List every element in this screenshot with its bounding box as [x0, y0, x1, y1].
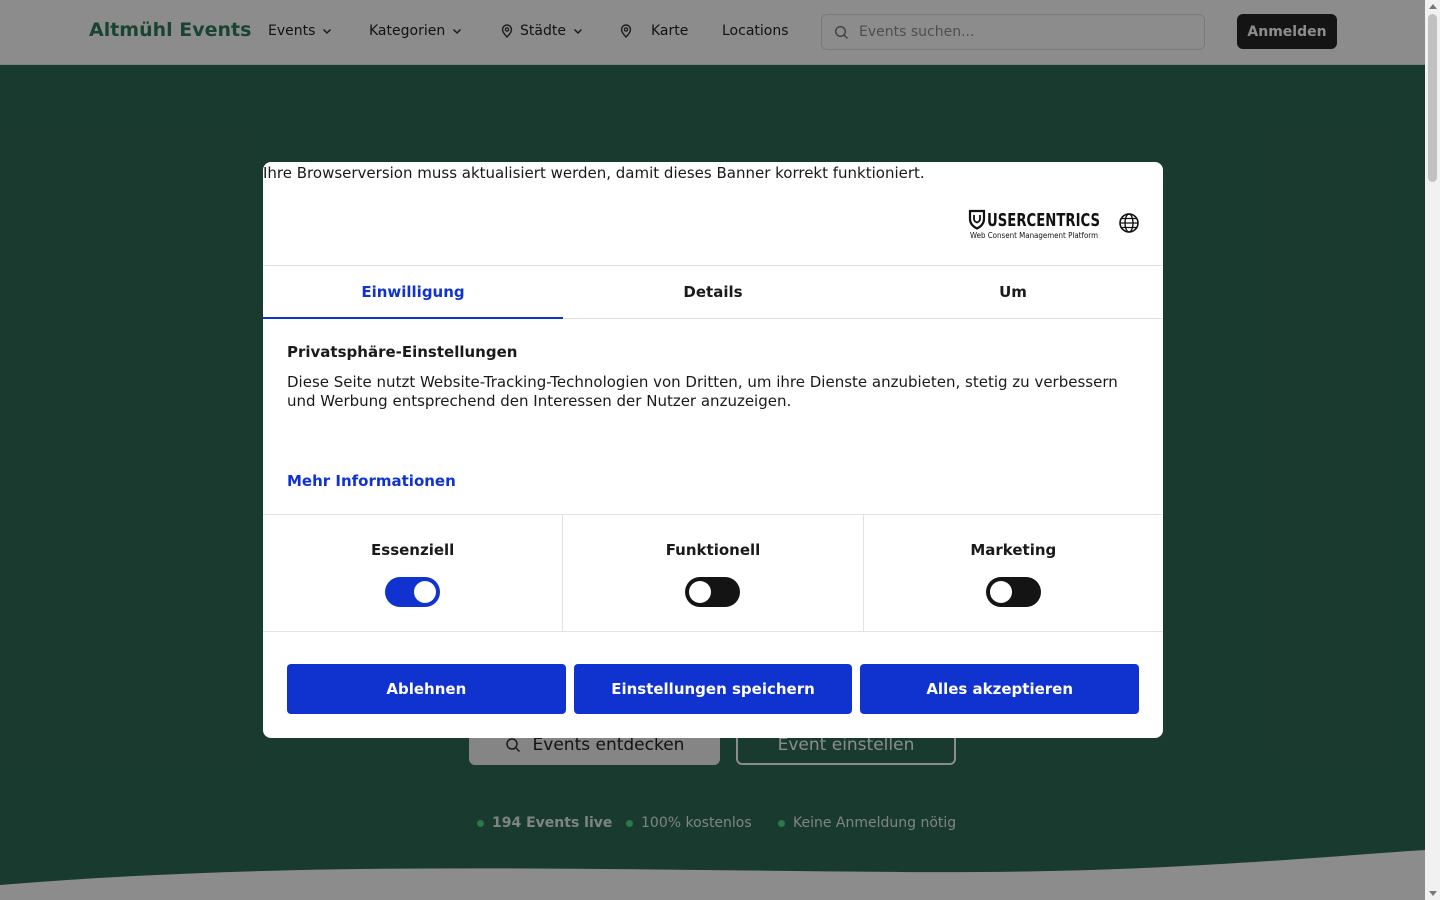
essenziell-toggle[interactable] — [385, 577, 440, 607]
toggle-knob — [689, 581, 712, 603]
consent-categories: Essenziell Funktionell Marketing — [263, 514, 1163, 632]
page-scrollbar[interactable] — [1425, 0, 1440, 900]
category-label: Funktionell — [665, 541, 761, 559]
tab-details[interactable]: Details — [563, 266, 863, 318]
more-info-link[interactable]: Mehr Informationen — [287, 472, 456, 490]
scroll-down-icon[interactable] — [1429, 891, 1437, 896]
accept-all-button[interactable]: Alles akzeptieren — [860, 664, 1140, 714]
privacy-title: Privatsphäre-Einstellungen — [287, 343, 518, 361]
logo-text: USERCENTRICS — [987, 210, 1100, 231]
tab-einwilligung[interactable]: Einwilligung — [263, 266, 563, 319]
toggle-knob — [989, 581, 1012, 603]
funktionell-toggle[interactable] — [685, 577, 741, 607]
consent-tabs: Einwilligung Details Um — [263, 265, 1163, 319]
consent-actions: Ablehnen Einstellungen speichern Alles a… — [287, 664, 1140, 714]
language-globe-icon[interactable] — [1118, 212, 1140, 234]
category-funktionell: Funktionell — [563, 515, 864, 631]
consent-dialog: Ihre Browserversion muss aktualisiert we… — [263, 162, 1163, 738]
category-essenziell: Essenziell — [263, 515, 564, 631]
toggle-knob — [414, 581, 436, 603]
category-label: Essenziell — [371, 541, 455, 559]
marketing-toggle[interactable] — [985, 577, 1041, 607]
browser-warning: Ihre Browserversion muss aktualisiert we… — [263, 164, 925, 182]
category-label: Marketing — [970, 541, 1057, 559]
tab-um[interactable]: Um — [863, 266, 1163, 318]
category-marketing: Marketing — [864, 515, 1163, 631]
logo-subtext: Web Consent Management Platform — [970, 231, 1098, 240]
usercentrics-logo: USERCENTRICS Web Consent Management Plat… — [968, 209, 1100, 240]
privacy-description: Diese Seite nutzt Website-Tracking-Techn… — [287, 373, 1118, 410]
save-settings-button[interactable]: Einstellungen speichern — [573, 664, 853, 714]
deny-button[interactable]: Ablehnen — [287, 664, 566, 714]
scrollbar-thumb[interactable] — [1428, 14, 1437, 182]
scroll-up-icon[interactable] — [1429, 4, 1437, 9]
